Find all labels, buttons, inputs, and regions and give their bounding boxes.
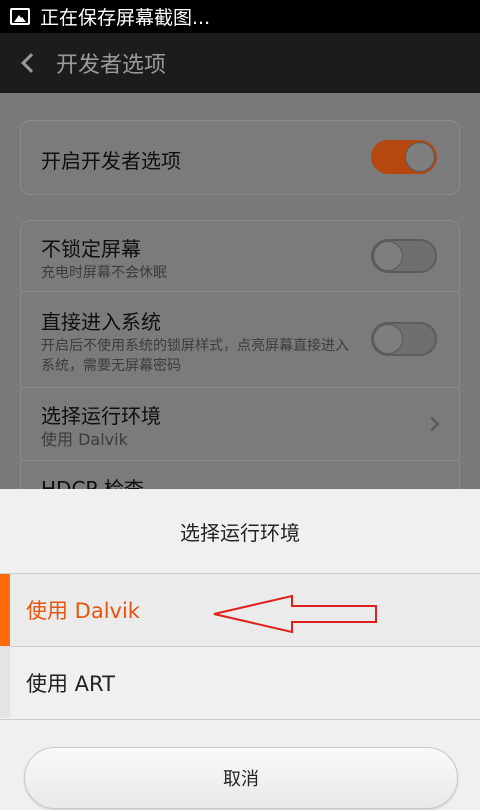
list-item-direct-boot[interactable]: 直接进入系统 开启后不使用系统的锁屏样式，点亮屏幕直接进入系统，需要无屏幕密码 — [21, 292, 459, 387]
back-button[interactable] — [0, 33, 56, 93]
developer-toggle-row[interactable]: 开启开发者选项 — [21, 121, 459, 194]
settings-list-dimmed: 开启开发者选项 不锁定屏幕 充电时屏幕不会休眠 直接进入系统 开启后不使用系统的… — [0, 93, 480, 500]
item-subtitle: 充电时屏幕不会休眠 — [41, 265, 167, 281]
list-item-keep-awake[interactable]: 不锁定屏幕 充电时屏幕不会休眠 — [21, 221, 459, 291]
screenshot-image-icon — [10, 8, 30, 25]
annotation-arrow-icon — [213, 594, 377, 634]
cancel-button[interactable]: 取消 — [24, 747, 458, 809]
item-subtitle: 使用 Dalvik — [41, 430, 128, 449]
chevron-right-icon — [424, 416, 440, 432]
runtime-selection-sheet: 选择运行环境 使用 Dalvik 使用 ART 取消 — [0, 489, 480, 810]
item-title: 选择运行环境 — [41, 404, 161, 428]
developer-options-switch[interactable] — [371, 140, 437, 174]
developer-options-card: 开启开发者选项 — [20, 120, 460, 195]
list-item-runtime[interactable]: 选择运行环境 使用 Dalvik — [21, 388, 459, 460]
sheet-title: 选择运行环境 — [180, 520, 300, 545]
back-arrow-icon — [21, 53, 41, 73]
item-subtitle: 开启后不使用系统的锁屏样式，点亮屏幕直接进入系统，需要无屏幕密码 — [41, 338, 349, 374]
item-title: 不锁定屏幕 — [41, 237, 141, 261]
keep-awake-switch[interactable] — [371, 239, 437, 273]
item-title: 直接进入系统 — [41, 310, 161, 334]
status-bar: 正在保存屏幕截图... — [0, 0, 480, 33]
page-title: 开发者选项 — [56, 53, 167, 78]
switch-knob — [405, 142, 435, 172]
selected-indicator — [0, 574, 10, 646]
option-gutter — [0, 646, 10, 718]
direct-boot-switch[interactable] — [371, 322, 437, 356]
switch-knob — [373, 241, 403, 271]
developer-toggle-label: 开启开发者选项 — [41, 149, 181, 173]
divider — [0, 719, 480, 720]
switch-knob — [373, 324, 403, 354]
option-art[interactable]: 使用 ART — [10, 647, 480, 719]
settings-card: 不锁定屏幕 充电时屏幕不会休眠 直接进入系统 开启后不使用系统的锁屏样式，点亮屏… — [20, 220, 460, 500]
status-text: 正在保存屏幕截图... — [40, 7, 211, 29]
title-bar: 开发者选项 — [0, 33, 480, 93]
